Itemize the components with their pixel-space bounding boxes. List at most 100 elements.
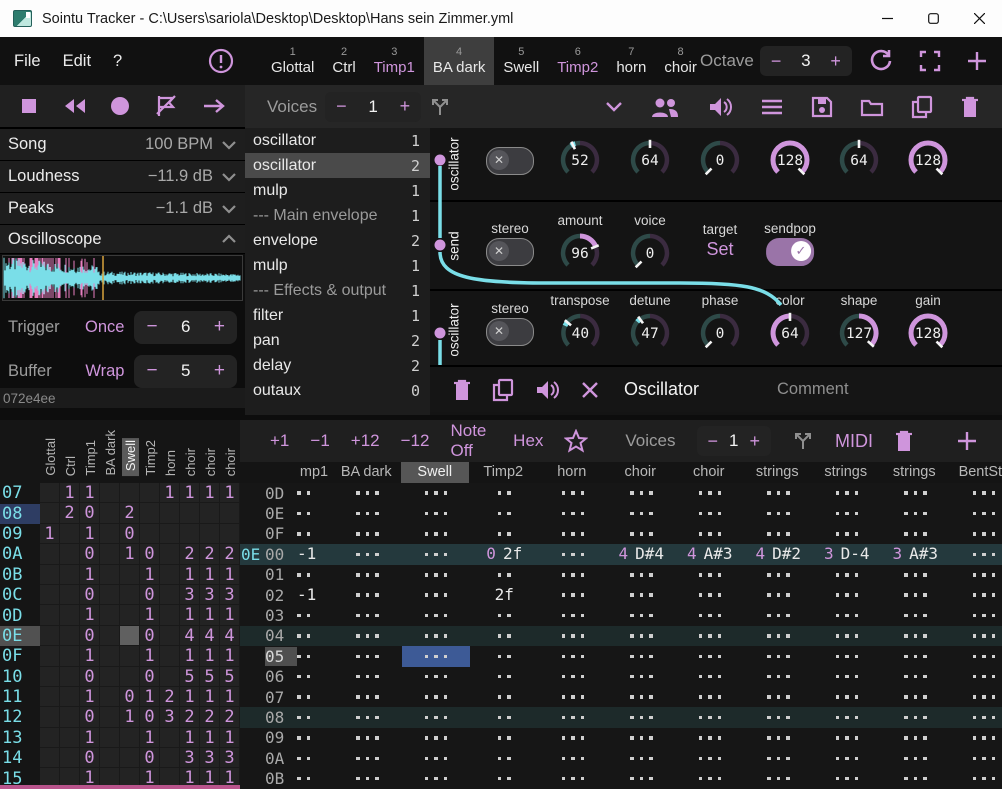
note-cell[interactable] (950, 483, 1002, 503)
maximize-button[interactable] (910, 0, 956, 37)
note-cell[interactable] (813, 667, 882, 687)
pattern-cell[interactable]: 0 (80, 707, 100, 727)
pattern-cell[interactable]: 1 (180, 483, 200, 503)
note-cell[interactable] (950, 748, 1002, 768)
note-cell[interactable] (297, 667, 333, 687)
unit-type-name[interactable]: Oscillator (624, 379, 699, 400)
pattern-cell[interactable] (100, 524, 120, 544)
note-cell[interactable] (813, 728, 882, 748)
order-row-number[interactable]: 10 (0, 667, 40, 687)
track-header-mp1[interactable]: mp1 (296, 462, 332, 483)
pattern-cell[interactable] (40, 626, 60, 646)
note-cell[interactable] (539, 585, 608, 605)
order-row-number[interactable]: 11 (0, 687, 40, 707)
pattern-cell[interactable] (100, 707, 120, 727)
pattern-cell[interactable] (60, 605, 80, 625)
note-cell[interactable] (813, 503, 882, 523)
pattern-cell[interactable] (40, 667, 60, 687)
speaker-icon[interactable] (707, 96, 733, 118)
note-cell[interactable] (333, 707, 402, 727)
pattern-cell[interactable] (100, 585, 120, 605)
note-cell[interactable] (539, 687, 608, 707)
note-cell[interactable] (470, 748, 539, 768)
note-cell[interactable] (402, 483, 471, 503)
pattern-cell[interactable] (160, 503, 180, 523)
target-set-button[interactable]: Set (706, 239, 733, 260)
note-cell[interactable] (676, 585, 745, 605)
pattern-cell[interactable]: 0 (80, 503, 100, 523)
pattern-cell[interactable]: 1 (120, 544, 140, 564)
pattern-cell[interactable]: 2 (120, 503, 140, 523)
note-cell[interactable] (607, 503, 676, 523)
pattern-cell[interactable]: 0 (140, 748, 160, 768)
pattern-cell[interactable] (160, 667, 180, 687)
stop-icon[interactable] (19, 96, 39, 116)
note-cell[interactable] (744, 728, 813, 748)
note-cell[interactable] (539, 524, 608, 544)
note-cell[interactable] (881, 646, 950, 666)
track-header-strings[interactable]: strings (880, 462, 949, 483)
pattern-cell[interactable] (200, 503, 220, 523)
note-cell[interactable] (297, 626, 333, 646)
note-cell[interactable] (676, 728, 745, 748)
note-cell[interactable] (470, 646, 539, 666)
pattern-cell[interactable]: 1 (200, 565, 220, 585)
note-cell[interactable] (881, 728, 950, 748)
track-header-ba-dark[interactable]: BA dark (332, 462, 401, 483)
peaks-row[interactable]: Peaks −1.1 dB (0, 193, 245, 225)
pattern-cell[interactable]: 1 (140, 605, 160, 625)
instrument-tab-choir[interactable]: 8 choir (655, 37, 706, 85)
pattern-cell[interactable] (60, 707, 80, 727)
pattern-cell[interactable] (120, 748, 140, 768)
instrument-tab-ba-dark[interactable]: 4 BA dark (424, 37, 495, 85)
note-cell[interactable]: -1 (297, 544, 333, 564)
pattern-cell[interactable] (140, 483, 160, 503)
chevron-down-icon[interactable] (221, 140, 237, 150)
menu-help[interactable]: ? (113, 52, 122, 71)
note-cell[interactable] (950, 544, 1002, 564)
note-cell[interactable] (470, 503, 539, 523)
gain-knob[interactable]: 128 (905, 310, 951, 361)
pattern-cell[interactable] (120, 483, 140, 503)
note-cell[interactable] (402, 768, 471, 788)
note-cell[interactable] (744, 565, 813, 585)
order-row-number[interactable]: 0A (0, 544, 40, 564)
note-cell[interactable] (333, 605, 402, 625)
pattern-cell[interactable]: 1 (200, 728, 220, 748)
note-cell[interactable] (813, 483, 882, 503)
loudness-row[interactable]: Loudness −11.9 dB (0, 161, 245, 193)
note-cell[interactable] (402, 565, 471, 585)
menu-icon[interactable] (760, 98, 784, 116)
note-cell[interactable]: 4D#2 (744, 544, 813, 564)
note-cell[interactable] (297, 605, 333, 625)
pattern-cell[interactable]: 1 (180, 687, 200, 707)
pattern-cell[interactable]: 2 (60, 503, 80, 523)
pattern-cell[interactable]: 1 (120, 707, 140, 727)
note-cell[interactable] (297, 483, 333, 503)
pattern-cell[interactable]: 0 (140, 707, 160, 727)
note-cell[interactable] (881, 585, 950, 605)
phase-knob[interactable]: 0 (697, 310, 743, 361)
pattern-cell[interactable] (100, 646, 120, 666)
pattern-cell[interactable]: 3 (200, 585, 220, 605)
track-voices-increment-button[interactable]: + (738, 431, 771, 452)
note-cell[interactable] (470, 687, 539, 707)
pattern-cell[interactable]: 1 (180, 605, 200, 625)
detune-knob[interactable]: 47 (627, 310, 673, 361)
note-cell[interactable] (881, 768, 950, 788)
pattern-cell[interactable]: 1 (80, 646, 100, 666)
order-row-number[interactable]: 12 (0, 707, 40, 727)
chevron-down-icon[interactable] (221, 204, 237, 214)
transpose-plus12-button[interactable]: +12 (351, 431, 380, 451)
note-cell[interactable] (333, 748, 402, 768)
note-cell[interactable] (676, 768, 745, 788)
pattern-cell[interactable] (100, 544, 120, 564)
voice-knob[interactable]: 0 (627, 230, 673, 281)
pattern-cell[interactable] (220, 503, 240, 523)
octave-increment-button[interactable]: + (819, 51, 852, 72)
note-cell[interactable]: 4A#3 (676, 544, 745, 564)
track-header-choir[interactable]: choir (606, 462, 675, 483)
pattern-cell[interactable]: 1 (220, 605, 240, 625)
note-cell[interactable] (539, 605, 608, 625)
note-cell[interactable] (333, 503, 402, 523)
